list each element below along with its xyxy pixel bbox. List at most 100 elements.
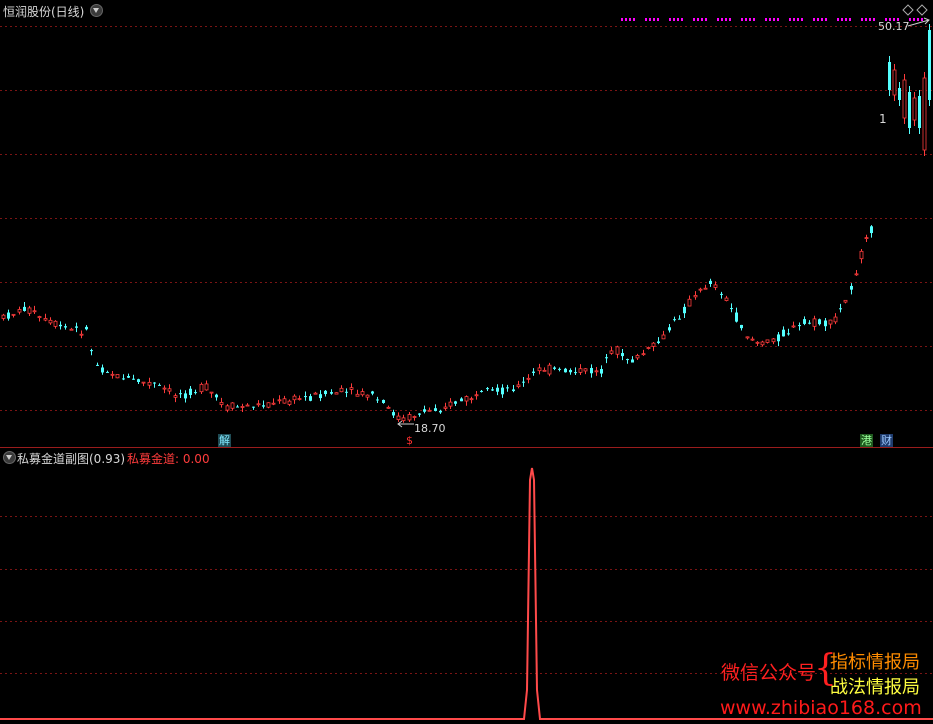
candle-body — [48, 319, 53, 324]
candle-body — [1, 314, 6, 319]
candle-body — [898, 88, 901, 100]
limit-dot — [821, 18, 823, 21]
candle-body — [480, 390, 483, 392]
event-tag-gang[interactable]: 港 — [860, 434, 873, 447]
diamond-icon[interactable] — [902, 4, 928, 16]
watermark-line2: 战法情报局 — [830, 677, 920, 698]
candle-body — [32, 310, 37, 313]
event-tag-cai[interactable]: 财 — [880, 434, 893, 447]
limit-dot — [921, 18, 923, 21]
dropdown-icon[interactable] — [3, 451, 16, 464]
candle-body — [698, 288, 703, 291]
limit-dot — [625, 18, 627, 21]
limit-dot — [841, 18, 843, 21]
candle-body — [578, 368, 583, 373]
candle-body — [683, 306, 686, 314]
candle-body — [266, 402, 271, 408]
candle-body — [922, 77, 927, 151]
candle-body — [418, 413, 421, 415]
candle-body — [564, 368, 567, 373]
candle-body — [522, 381, 525, 383]
watermark-line1: 指标情报局 — [830, 652, 920, 673]
candle-body — [401, 417, 406, 422]
event-tag-dollar[interactable]: $ — [405, 434, 414, 447]
candle-body — [37, 316, 42, 319]
candle-body — [386, 406, 391, 409]
limit-dot — [721, 18, 723, 21]
candle-body — [798, 325, 801, 327]
arrow-icon — [397, 420, 414, 428]
candle-body — [304, 396, 307, 398]
candle-body — [141, 381, 146, 384]
candle-body — [657, 341, 660, 344]
candle-body — [537, 367, 542, 372]
price-high-label: 50.17 — [878, 20, 910, 33]
candle-body — [512, 389, 515, 392]
candle-body — [651, 342, 656, 347]
candle-body — [668, 327, 671, 331]
candle-body — [724, 297, 729, 301]
candle-body — [824, 320, 827, 327]
candle-body — [27, 307, 32, 314]
candle-body — [771, 338, 776, 343]
candle-body — [605, 357, 608, 359]
candle-body — [454, 401, 457, 404]
candle-body — [365, 394, 370, 398]
candle-body — [345, 391, 348, 393]
candle-body — [615, 346, 620, 355]
candle-body — [96, 364, 99, 366]
candle-body — [818, 319, 821, 325]
candle-body — [106, 371, 109, 373]
candle-body — [812, 318, 817, 327]
candle-body — [755, 341, 760, 344]
candle-body — [209, 391, 214, 394]
event-tag-jie[interactable]: 解 — [218, 434, 231, 447]
candle-body — [501, 387, 504, 395]
candle-body — [448, 401, 453, 407]
candle-body — [782, 329, 785, 337]
candle-body — [594, 370, 599, 373]
candle-body — [262, 405, 265, 407]
limit-dot — [673, 18, 675, 21]
candle-body — [808, 322, 811, 324]
candle-body — [908, 92, 911, 128]
candle-body — [646, 347, 651, 349]
candle-body — [219, 402, 224, 406]
candle-body — [693, 295, 698, 298]
candle-body — [765, 339, 770, 343]
limit-dot — [621, 18, 623, 21]
limit-dot — [749, 18, 751, 21]
candle-body — [641, 353, 646, 356]
candle-body — [153, 382, 156, 384]
candle-body — [412, 416, 417, 418]
candle-body — [892, 69, 897, 96]
limit-dot — [645, 18, 647, 21]
limit-dot — [741, 18, 743, 21]
candle-body — [17, 309, 22, 313]
candle-body — [661, 334, 666, 340]
candle-body — [434, 408, 437, 411]
dropdown-icon[interactable] — [90, 4, 103, 17]
main-panel-title: 恒润股份(日线) — [3, 5, 85, 19]
candle-body — [79, 333, 84, 336]
limit-dot — [633, 18, 635, 21]
limit-dot — [725, 18, 727, 21]
limit-dot — [701, 18, 703, 21]
limit-dot — [793, 18, 795, 21]
limit-dot — [869, 18, 871, 21]
candle-body — [730, 308, 733, 310]
candle-body — [870, 226, 873, 234]
limit-dot — [917, 18, 919, 21]
limit-dot — [797, 18, 799, 21]
candle-body — [309, 396, 312, 401]
candle-body — [204, 383, 209, 391]
candle-body — [740, 324, 743, 329]
candle-body — [777, 334, 780, 342]
limit-dot — [629, 18, 631, 21]
candle-body — [215, 394, 218, 398]
candle-body — [631, 359, 634, 363]
candle-body — [859, 250, 864, 260]
candle-body — [69, 328, 74, 331]
candle-body — [115, 374, 120, 379]
candle-body — [918, 96, 921, 128]
